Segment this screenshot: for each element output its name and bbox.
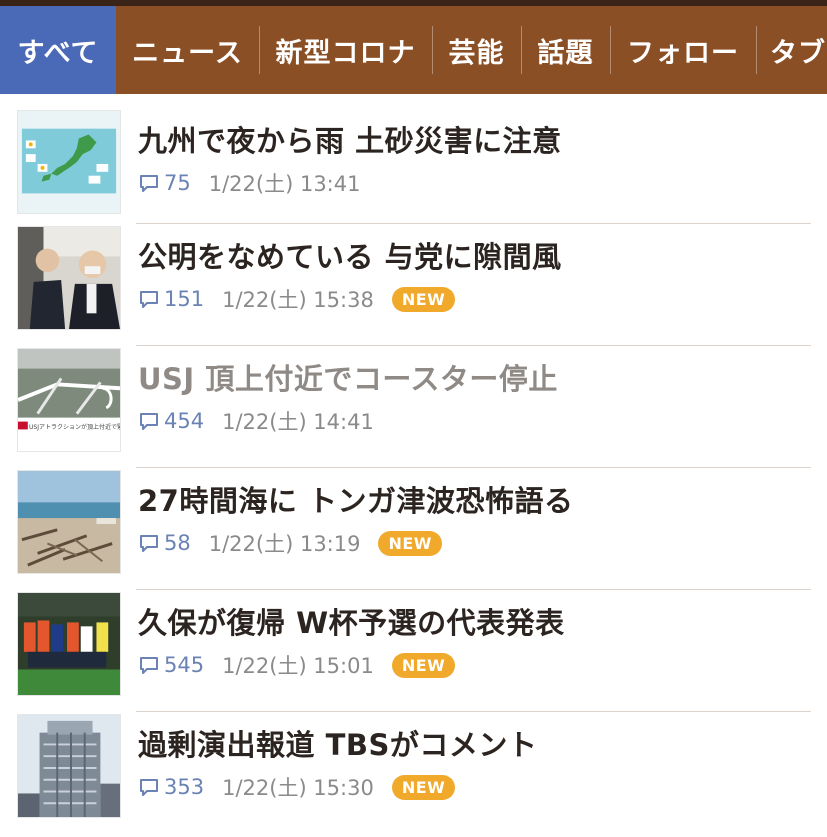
- list-item[interactable]: USJアトラクションが頂上付近で緊急停止 USJ 頂上付近でコースター停止 45…: [0, 346, 827, 468]
- timestamp: 1/22(土) 14:41: [222, 410, 374, 434]
- article-headline[interactable]: 九州で夜から雨 土砂災害に注意: [138, 118, 817, 160]
- tab-follow[interactable]: フォロー: [610, 6, 756, 94]
- tbs-building-thumbnail[interactable]: [17, 714, 121, 818]
- category-tabbar: すべて ニュース 新型コロナ 芸能 話題 フォロー タブ: [0, 6, 827, 94]
- article-meta: 353 1/22(土) 15:30 NEW: [138, 772, 456, 802]
- tsunami-debris-thumbnail[interactable]: [17, 470, 121, 574]
- article-meta: 75 1/22(土) 13:41: [138, 168, 378, 198]
- article-headline[interactable]: USJ 頂上付近でコースター停止: [138, 356, 817, 398]
- comment-icon: [140, 175, 158, 192]
- comment-icon: [140, 657, 158, 674]
- tab-tabs[interactable]: タブ: [756, 6, 827, 94]
- list-item[interactable]: 公明をなめている 与党に隙間風 151 1/22(土) 15:38 NEW: [0, 224, 827, 346]
- tab-all[interactable]: すべて: [0, 6, 116, 94]
- tab-covid[interactable]: 新型コロナ: [259, 6, 432, 94]
- comment-count: 454: [164, 409, 205, 433]
- article-meta: 454 1/22(土) 14:41: [138, 406, 392, 436]
- timestamp: 1/22(土) 15:30: [222, 776, 374, 800]
- article-list: 九州で夜から雨 土砂災害に注意 75 1/22(土) 13:41 公明をなめてい…: [0, 108, 827, 834]
- list-item[interactable]: 過剰演出報道 TBSがコメント 353 1/22(土) 15:30 NEW: [0, 712, 827, 834]
- thumb-caption: USJアトラクションが頂上付近で緊急停止: [29, 424, 120, 431]
- article-meta: 545 1/22(土) 15:01 NEW: [138, 650, 456, 680]
- list-item[interactable]: 久保が復帰 W杯予選の代表発表 545 1/22(土) 15:01 NEW: [0, 590, 827, 712]
- comment-count: 58: [164, 531, 191, 555]
- timestamp: 1/22(土) 13:41: [208, 172, 361, 196]
- tab-news[interactable]: ニュース: [116, 6, 259, 94]
- new-badge: NEW: [391, 652, 456, 678]
- article-headline[interactable]: 久保が復帰 W杯予選の代表発表: [138, 600, 817, 642]
- new-badge: NEW: [391, 774, 456, 800]
- timestamp: 1/22(土) 15:38: [222, 288, 374, 312]
- timestamp: 1/22(土) 15:01: [222, 654, 374, 678]
- tab-topics[interactable]: 話題: [521, 6, 610, 94]
- article-meta: 58 1/22(土) 13:19 NEW: [138, 528, 442, 558]
- new-badge: NEW: [378, 530, 442, 556]
- weather-map-thumbnail[interactable]: [17, 110, 121, 214]
- timestamp: 1/22(土) 13:19: [208, 532, 361, 556]
- list-item[interactable]: 九州で夜から雨 土砂災害に注意 75 1/22(土) 13:41: [0, 108, 827, 224]
- tab-entertainment[interactable]: 芸能: [432, 6, 521, 94]
- comment-count: 353: [164, 775, 205, 799]
- article-headline[interactable]: 27時間海に トンガ津波恐怖語る: [138, 478, 817, 520]
- comment-count: 545: [164, 653, 205, 677]
- comment-icon: [140, 291, 158, 308]
- comment-icon: [140, 535, 158, 552]
- comment-count: 75: [164, 171, 191, 195]
- article-headline[interactable]: 過剰演出報道 TBSがコメント: [138, 722, 817, 764]
- comment-count: 151: [164, 287, 205, 311]
- article-meta: 151 1/22(土) 15:38 NEW: [138, 284, 456, 314]
- comment-icon: [140, 779, 158, 796]
- soccer-team-thumbnail[interactable]: [17, 592, 121, 696]
- list-item[interactable]: 27時間海に トンガ津波恐怖語る 58 1/22(土) 13:19 NEW: [0, 468, 827, 590]
- comment-icon: [140, 413, 158, 430]
- politicians-thumbnail[interactable]: [17, 226, 121, 330]
- article-headline[interactable]: 公明をなめている 与党に隙間風: [138, 234, 817, 276]
- new-badge: NEW: [391, 286, 456, 312]
- roller-coaster-thumbnail[interactable]: USJアトラクションが頂上付近で緊急停止: [17, 348, 121, 452]
